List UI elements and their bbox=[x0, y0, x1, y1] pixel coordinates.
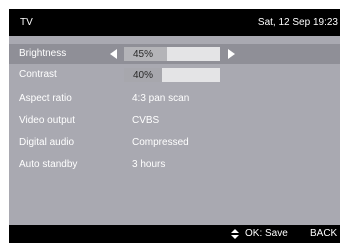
tv-settings-screen: TV Sat, 12 Sep 19:23 Brightness 45% Cont… bbox=[9, 9, 340, 243]
brightness-track: 45% bbox=[124, 47, 220, 61]
date-time: Sat, 12 Sep 19:23 bbox=[257, 17, 338, 28]
menu-row-auto-standby[interactable]: Auto standby 3 hours bbox=[9, 155, 340, 175]
menu-row-contrast[interactable]: Contrast 40% bbox=[9, 65, 340, 85]
menu-row-video-output[interactable]: Video output CVBS bbox=[9, 111, 340, 131]
arrow-right-icon[interactable] bbox=[228, 49, 235, 59]
video-output-value: CVBS bbox=[132, 115, 160, 126]
ok-save-hint[interactable]: OK: Save bbox=[245, 228, 288, 239]
brightness-slider[interactable]: 45% bbox=[110, 47, 244, 61]
up-down-arrows-icon bbox=[231, 229, 239, 239]
contrast-slider[interactable]: 40% bbox=[124, 68, 244, 82]
arrow-left-icon[interactable] bbox=[110, 49, 117, 59]
digital-audio-label: Digital audio bbox=[19, 137, 75, 148]
back-button[interactable]: BACK bbox=[310, 228, 337, 239]
auto-standby-label: Auto standby bbox=[19, 159, 78, 170]
aspect-ratio-value: 4:3 pan scan bbox=[132, 93, 190, 104]
contrast-track: 40% bbox=[124, 68, 220, 82]
brightness-label: Brightness bbox=[19, 48, 67, 59]
aspect-ratio-label: Aspect ratio bbox=[19, 93, 72, 104]
menu-row-brightness[interactable]: Brightness 45% bbox=[9, 44, 340, 64]
auto-standby-value: 3 hours bbox=[132, 159, 166, 170]
contrast-value: 40% bbox=[133, 70, 154, 81]
menu-row-aspect-ratio[interactable]: Aspect ratio 4:3 pan scan bbox=[9, 89, 340, 109]
menu-row-digital-audio[interactable]: Digital audio Compressed bbox=[9, 133, 340, 153]
footer-bar: OK: Save BACK bbox=[9, 225, 340, 243]
contrast-label: Contrast bbox=[19, 69, 57, 80]
title-bar: TV Sat, 12 Sep 19:23 bbox=[9, 9, 340, 36]
brightness-value: 45% bbox=[133, 49, 154, 60]
video-output-label: Video output bbox=[19, 115, 75, 126]
digital-audio-value: Compressed bbox=[132, 137, 189, 148]
page-title: TV bbox=[20, 17, 33, 28]
